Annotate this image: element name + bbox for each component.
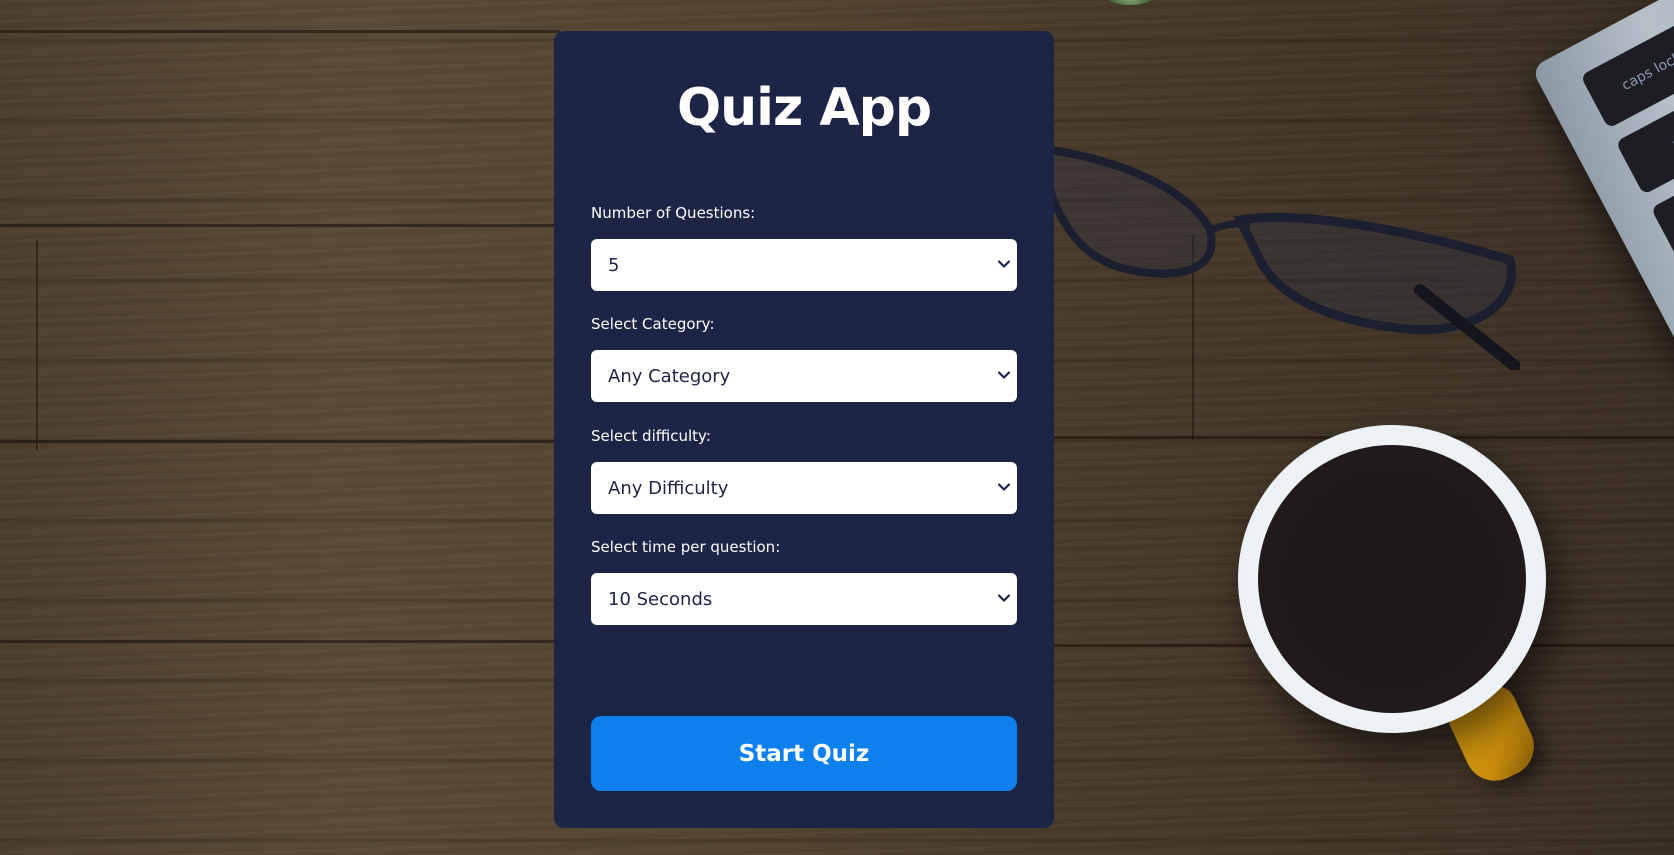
- time-per-question-field: Select time per question: 10 Seconds: [591, 535, 1017, 625]
- wood-grain-line: [0, 640, 600, 643]
- category-label: Select Category:: [591, 315, 715, 333]
- chevron-down-icon: [997, 594, 1011, 602]
- difficulty-value: Any Difficulty: [608, 477, 729, 499]
- question-count-field: Number of Questions: 5: [591, 201, 1017, 291]
- start-quiz-button[interactable]: Start Quiz: [591, 716, 1017, 791]
- difficulty-select[interactable]: Any Difficulty: [591, 462, 1017, 514]
- question-count-value: 5: [608, 254, 620, 276]
- time-per-question-value: 10 Seconds: [608, 588, 713, 610]
- question-count-label: Number of Questions:: [591, 204, 756, 222]
- coffee: [1258, 445, 1526, 713]
- wood-grain-line: [0, 30, 560, 33]
- chevron-down-icon: [997, 260, 1011, 268]
- quiz-settings-card: Quiz App Number of Questions: 5 Select C…: [554, 31, 1054, 828]
- page-title: Quiz App: [676, 78, 932, 138]
- eyeglasses-decoration: [1046, 145, 1520, 370]
- wood-grain-line: [0, 440, 600, 443]
- wood-grain-line: [36, 240, 38, 450]
- chevron-down-icon: [997, 483, 1011, 491]
- time-per-question-select[interactable]: 10 Seconds: [591, 573, 1017, 625]
- category-select[interactable]: Any Category: [591, 350, 1017, 402]
- wood-grain-line: [0, 224, 600, 227]
- difficulty-field: Select difficulty: Any Difficulty: [591, 424, 1017, 514]
- coffee-cup-decoration: [1238, 425, 1546, 733]
- laptop-key: caps lock: [1580, 14, 1674, 129]
- category-field: Select Category: Any Category: [591, 312, 1017, 402]
- time-per-question-label: Select time per question:: [591, 538, 781, 556]
- difficulty-label: Select difficulty:: [591, 427, 711, 445]
- question-count-select[interactable]: 5: [591, 239, 1017, 291]
- category-value: Any Category: [608, 365, 731, 387]
- chevron-down-icon: [997, 371, 1011, 379]
- plant-decoration: [1100, 0, 1160, 5]
- laptop-decoration: caps lock shift fn: [1530, 0, 1674, 492]
